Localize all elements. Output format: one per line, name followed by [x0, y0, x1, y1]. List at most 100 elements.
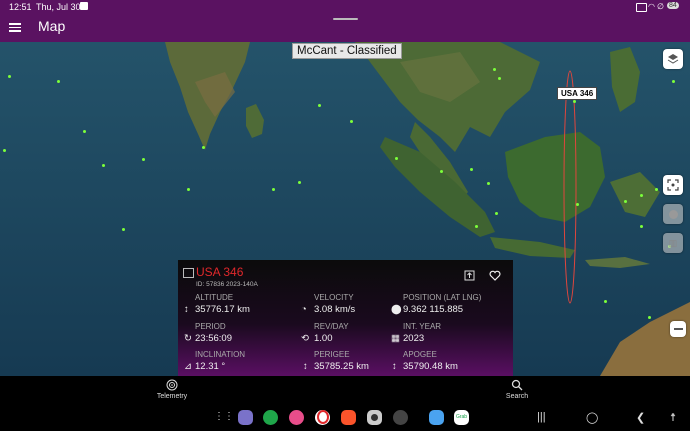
satellite-marker[interactable] [640, 225, 643, 228]
mute-icon: ∅ [657, 2, 664, 11]
home-icon[interactable]: ◯ [586, 411, 598, 424]
tablet-icon [636, 3, 647, 12]
perigee-icon: ↕ [303, 361, 308, 372]
satellite-marker[interactable] [440, 170, 443, 173]
layers-button[interactable] [663, 49, 683, 69]
satellite-marker[interactable] [202, 146, 205, 149]
period-label: PERIOD [195, 322, 226, 331]
satellite-marker[interactable] [576, 203, 579, 206]
bottom-navigation: Telemetry Search [0, 376, 690, 406]
grab-app-icon[interactable]: Grab [454, 410, 469, 425]
perigee-value: 35785.25 km [314, 361, 369, 372]
satellite-marker[interactable] [640, 194, 643, 197]
satellite-marker[interactable] [624, 200, 627, 203]
map-overlay-title: McCant - Classified [292, 43, 402, 59]
back-icon[interactable]: ❮ [636, 411, 645, 424]
apogee-label: APOGEE [403, 350, 437, 359]
apogee-icon: ↕ [392, 361, 397, 372]
revday-label: REV/DAY [314, 322, 349, 331]
telemetry-tab[interactable]: Telemetry [142, 379, 202, 400]
zoom-in-button[interactable] [663, 204, 683, 224]
satellite-marker[interactable] [495, 212, 498, 215]
focus-icon [667, 179, 679, 191]
brave-app-icon[interactable] [341, 410, 356, 425]
battery-icon: 84 [667, 2, 679, 9]
status-bar: 12:51 Thu, Jul 30 ◠ ∅ 84 [0, 0, 690, 14]
calendar-icon: ▦ [391, 333, 400, 344]
inclination-value: 12.31 ° [195, 361, 226, 372]
satellite-marker[interactable] [122, 228, 125, 231]
zoom-out-button[interactable] [670, 321, 686, 337]
inclination-icon: ⊿ [184, 361, 192, 372]
recents-icon[interactable]: ||| [537, 411, 546, 423]
satellite-marker[interactable] [487, 182, 490, 185]
satellite-marker[interactable] [470, 168, 473, 171]
position-label: POSITION (LAT LNG) [403, 293, 482, 302]
satellite-marker[interactable] [272, 188, 275, 191]
location-pin-icon: ⬤ [391, 304, 402, 315]
satellite-marker[interactable] [604, 300, 607, 303]
position-value: 9.362 115.885 [403, 304, 464, 315]
search-icon [511, 379, 523, 391]
velocity-icon: ◔ [301, 304, 307, 315]
map-mode-button[interactable]: ▥ [663, 233, 683, 253]
velocity-label: VELOCITY [314, 293, 354, 302]
satellite-marker[interactable] [318, 104, 321, 107]
satellite-ids: ID: 57836 2023-140A [196, 281, 258, 288]
altitude-icon: ↕ [184, 304, 189, 315]
menu-icon[interactable] [9, 21, 21, 33]
settings-app-icon[interactable] [393, 410, 408, 425]
satellite-marker[interactable] [475, 225, 478, 228]
gallery-app-icon[interactable] [289, 410, 304, 425]
app-drawer-icon[interactable]: ⋮⋮ [214, 411, 234, 422]
camera-app-icon[interactable] [367, 410, 382, 425]
satellite-marker[interactable] [57, 80, 60, 83]
image-icon [183, 268, 194, 278]
mail-app-icon[interactable] [238, 410, 253, 425]
phone-app-icon[interactable] [263, 410, 278, 425]
page-title: Map [38, 18, 66, 34]
store-app-icon[interactable] [429, 410, 444, 425]
period-icon: ↻ [184, 333, 192, 344]
satellite-marker[interactable] [298, 181, 301, 184]
apogee-value: 35790.48 km [403, 361, 458, 372]
altitude-value: 35776.17 km [195, 304, 250, 315]
satellite-marker[interactable] [83, 130, 86, 133]
altitude-label: ALTITUDE [195, 293, 234, 302]
intyear-value: 2023 [403, 333, 425, 344]
satellite-marker[interactable] [3, 149, 6, 152]
satellite-marker[interactable] [395, 157, 398, 160]
status-date: Thu, Jul 30 [36, 2, 81, 12]
revday-value: 1.00 [314, 333, 333, 344]
satellite-marker[interactable] [655, 188, 658, 191]
satellite-marker[interactable] [8, 75, 11, 78]
telemetry-panel: USA 346 ID: 57836 2023-140A ALTITUDE ↕ 3… [178, 260, 513, 376]
satellite-marker[interactable] [102, 164, 105, 167]
minus-icon [673, 328, 683, 330]
satellite-marker[interactable] [493, 68, 496, 71]
status-time: 12:51 [9, 2, 32, 12]
accessibility-icon[interactable]: ☨ [670, 411, 676, 424]
telemetry-icon [166, 379, 178, 391]
satellite-marker[interactable] [573, 100, 576, 103]
satellite-marker[interactable] [672, 80, 675, 83]
satellite-marker[interactable] [350, 120, 353, 123]
search-tab-label: Search [505, 393, 529, 400]
pin-satellite-icon[interactable] [464, 270, 475, 281]
favorite-heart-icon[interactable] [489, 270, 501, 281]
notification-icon [80, 2, 88, 10]
satellite-name: USA 346 [196, 265, 244, 279]
search-tab[interactable]: Search [487, 379, 547, 400]
map-mode-icon: ▥ [668, 237, 678, 248]
wifi-icon: ◠ [648, 2, 655, 11]
satellite-marker[interactable] [142, 158, 145, 161]
intyear-label: INT. YEAR [403, 322, 442, 331]
satellite-map-label[interactable]: USA 346 [557, 87, 598, 100]
zoom-icon [668, 209, 678, 219]
satellite-marker[interactable] [187, 188, 190, 191]
satellite-marker[interactable] [648, 316, 651, 319]
drag-handle[interactable] [333, 18, 358, 20]
focus-button[interactable] [663, 175, 683, 195]
satellite-marker[interactable] [498, 77, 501, 80]
opera-app-icon[interactable] [315, 410, 330, 425]
